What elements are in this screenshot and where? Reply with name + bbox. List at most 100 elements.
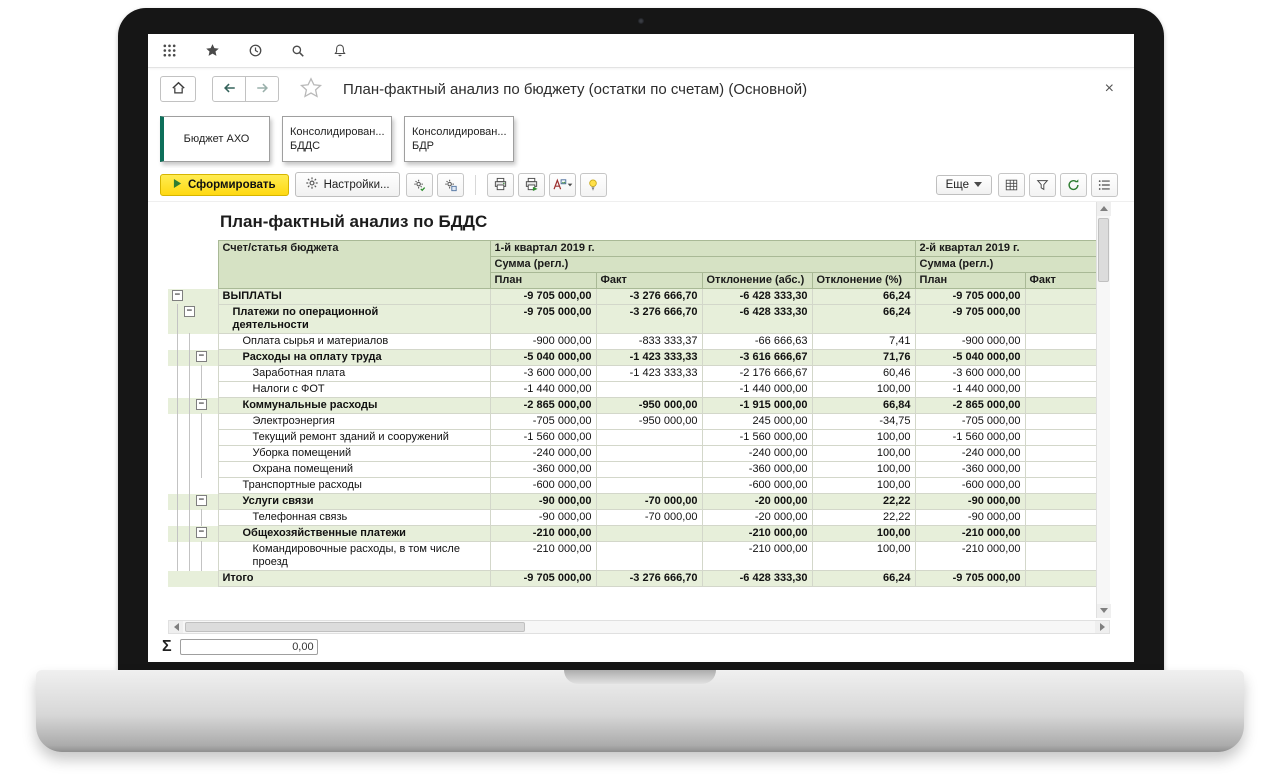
home-button[interactable] — [160, 76, 196, 102]
row-label[interactable]: Уборка помещений — [218, 446, 490, 462]
cell-plan-q2[interactable]: -1 440 000,00 — [915, 382, 1025, 398]
scroll-right-button[interactable] — [1095, 621, 1109, 633]
cell-plan-q2[interactable]: -600 000,00 — [915, 478, 1025, 494]
cell-fact-q2[interactable] — [1025, 510, 1096, 526]
cell-plan-q1[interactable]: -3 600 000,00 — [490, 366, 596, 382]
cell-fact-q1[interactable]: -3 276 666,70 — [596, 571, 702, 587]
cell-fact-q1[interactable] — [596, 382, 702, 398]
cell-plan-q1[interactable]: -705 000,00 — [490, 414, 596, 430]
cell-fact-q1[interactable]: -950 000,00 — [596, 398, 702, 414]
cell-deviation-abs[interactable]: -6 428 333,30 — [702, 305, 812, 334]
row-label[interactable]: Охрана помещений — [218, 462, 490, 478]
cell-deviation-pct[interactable]: 100,00 — [812, 542, 915, 571]
cell-deviation-abs[interactable]: -3 616 666,67 — [702, 350, 812, 366]
save-variant-icon[interactable] — [437, 173, 464, 197]
cell-fact-q1[interactable] — [596, 526, 702, 542]
cell-plan-q2[interactable]: -360 000,00 — [915, 462, 1025, 478]
cell-fact-q1[interactable]: -70 000,00 — [596, 510, 702, 526]
row-label[interactable]: Итого — [218, 571, 490, 587]
cell-fact-q2[interactable] — [1025, 350, 1096, 366]
cell-fact-q2[interactable] — [1025, 305, 1096, 334]
cell-fact-q2[interactable] — [1025, 446, 1096, 462]
cell-deviation-pct[interactable]: -34,75 — [812, 414, 915, 430]
cell-deviation-abs[interactable]: -6 428 333,30 — [702, 571, 812, 587]
collapse-toggle[interactable]: − — [196, 527, 207, 538]
print-variant-icon[interactable] — [518, 173, 545, 197]
cell-fact-q2[interactable] — [1025, 398, 1096, 414]
history-icon[interactable] — [246, 41, 265, 60]
cell-deviation-pct[interactable]: 66,84 — [812, 398, 915, 414]
cell-deviation-pct[interactable]: 7,41 — [812, 334, 915, 350]
vertical-scrollbar[interactable] — [1096, 202, 1110, 618]
cell-fact-q2[interactable] — [1025, 382, 1096, 398]
cell-plan-q2[interactable]: -240 000,00 — [915, 446, 1025, 462]
tip-icon[interactable] — [580, 173, 607, 197]
row-label[interactable]: Платежи по операционной деятельности — [218, 305, 490, 334]
cell-deviation-pct[interactable]: 66,24 — [812, 571, 915, 587]
cell-fact-q2[interactable] — [1025, 289, 1096, 305]
cell-plan-q2[interactable]: -210 000,00 — [915, 526, 1025, 542]
refresh-icon[interactable] — [1060, 173, 1087, 197]
more-button[interactable]: Еще — [936, 175, 992, 195]
cell-deviation-pct[interactable]: 66,24 — [812, 305, 915, 334]
cell-deviation-pct[interactable]: 100,00 — [812, 382, 915, 398]
cell-deviation-pct[interactable]: 100,00 — [812, 446, 915, 462]
collapse-toggle[interactable]: − — [196, 399, 207, 410]
collapse-toggle[interactable]: − — [196, 351, 207, 362]
apps-menu-icon[interactable] — [160, 41, 179, 60]
cell-fact-q1[interactable] — [596, 446, 702, 462]
row-label[interactable]: Расходы на оплату труда — [218, 350, 490, 366]
scroll-left-button[interactable] — [169, 621, 183, 633]
cell-fact-q1[interactable]: -950 000,00 — [596, 414, 702, 430]
cell-fact-q2[interactable] — [1025, 478, 1096, 494]
cell-plan-q1[interactable]: -600 000,00 — [490, 478, 596, 494]
cell-fact-q1[interactable]: -1 423 333,33 — [596, 366, 702, 382]
cell-deviation-pct[interactable]: 22,22 — [812, 494, 915, 510]
cell-deviation-pct[interactable]: 100,00 — [812, 462, 915, 478]
cell-deviation-abs[interactable]: -6 428 333,30 — [702, 289, 812, 305]
cell-fact-q1[interactable] — [596, 430, 702, 446]
row-label[interactable]: Коммунальные расходы — [218, 398, 490, 414]
cell-deviation-pct[interactable]: 100,00 — [812, 430, 915, 446]
generate-button[interactable]: Сформировать — [160, 174, 289, 196]
notifications-icon[interactable] — [331, 41, 349, 60]
cell-deviation-abs[interactable]: -20 000,00 — [702, 494, 812, 510]
cell-fact-q2[interactable] — [1025, 571, 1096, 587]
cell-plan-q2[interactable]: -9 705 000,00 — [915, 571, 1025, 587]
close-button[interactable]: × — [1101, 79, 1118, 99]
cell-plan-q2[interactable]: -705 000,00 — [915, 414, 1025, 430]
search-icon[interactable] — [289, 42, 307, 60]
back-button[interactable] — [212, 76, 246, 102]
row-label[interactable]: Транспортные расходы — [218, 478, 490, 494]
cell-fact-q2[interactable] — [1025, 334, 1096, 350]
structure-icon[interactable] — [1029, 173, 1056, 197]
form-tab-1[interactable]: Бюджет АХО — [160, 116, 270, 162]
cell-deviation-abs[interactable]: -20 000,00 — [702, 510, 812, 526]
cell-plan-q2[interactable]: -90 000,00 — [915, 510, 1025, 526]
collapse-toggle[interactable]: − — [172, 290, 183, 301]
sum-field[interactable] — [180, 639, 318, 655]
cell-fact-q1[interactable] — [596, 462, 702, 478]
cell-plan-q1[interactable]: -240 000,00 — [490, 446, 596, 462]
cell-fact-q1[interactable]: -833 333,37 — [596, 334, 702, 350]
cell-plan-q2[interactable]: -2 865 000,00 — [915, 398, 1025, 414]
cell-deviation-abs[interactable]: -360 000,00 — [702, 462, 812, 478]
print-icon[interactable] — [487, 173, 514, 197]
vertical-scroll-thumb[interactable] — [1098, 218, 1109, 282]
scroll-up-button[interactable] — [1097, 202, 1111, 216]
report-variant-icon[interactable] — [406, 173, 433, 197]
favorite-toggle[interactable] — [297, 76, 325, 103]
row-label[interactable]: Налоги с ФОТ — [218, 382, 490, 398]
scroll-down-button[interactable] — [1097, 604, 1111, 618]
cell-fact-q2[interactable] — [1025, 414, 1096, 430]
form-tab-3[interactable]: Консолидирован...БДР — [404, 116, 514, 162]
cell-deviation-abs[interactable]: -240 000,00 — [702, 446, 812, 462]
cell-plan-q2[interactable]: -210 000,00 — [915, 542, 1025, 571]
cell-plan-q1[interactable]: -90 000,00 — [490, 494, 596, 510]
cell-plan-q2[interactable]: -5 040 000,00 — [915, 350, 1025, 366]
cell-fact-q1[interactable] — [596, 542, 702, 571]
cell-plan-q2[interactable]: -3 600 000,00 — [915, 366, 1025, 382]
cell-fact-q2[interactable] — [1025, 526, 1096, 542]
row-label[interactable]: Командировочные расходы, в том числе про… — [218, 542, 490, 571]
cell-plan-q1[interactable]: -90 000,00 — [490, 510, 596, 526]
